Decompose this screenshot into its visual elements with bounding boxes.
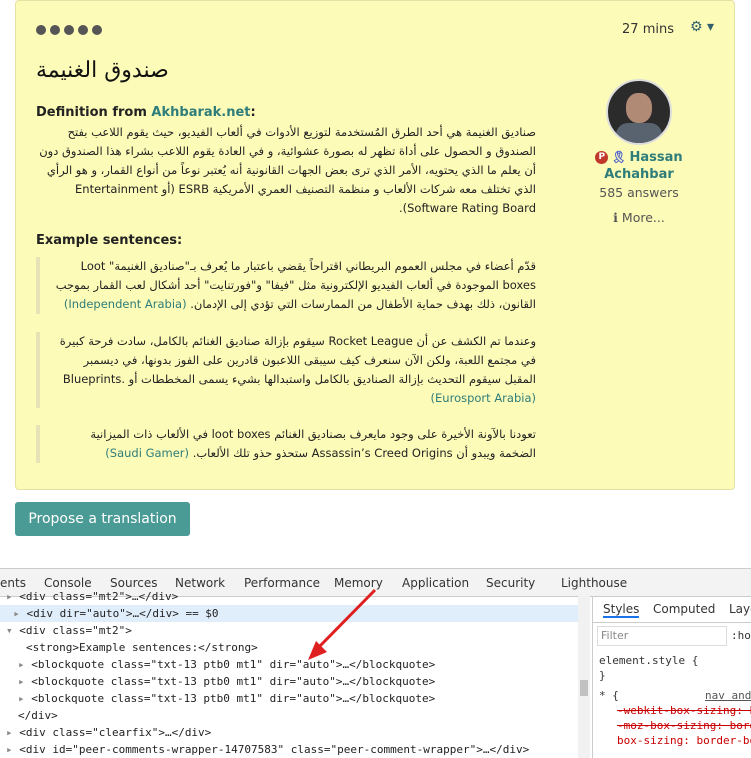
annotation-arrow xyxy=(308,588,377,660)
